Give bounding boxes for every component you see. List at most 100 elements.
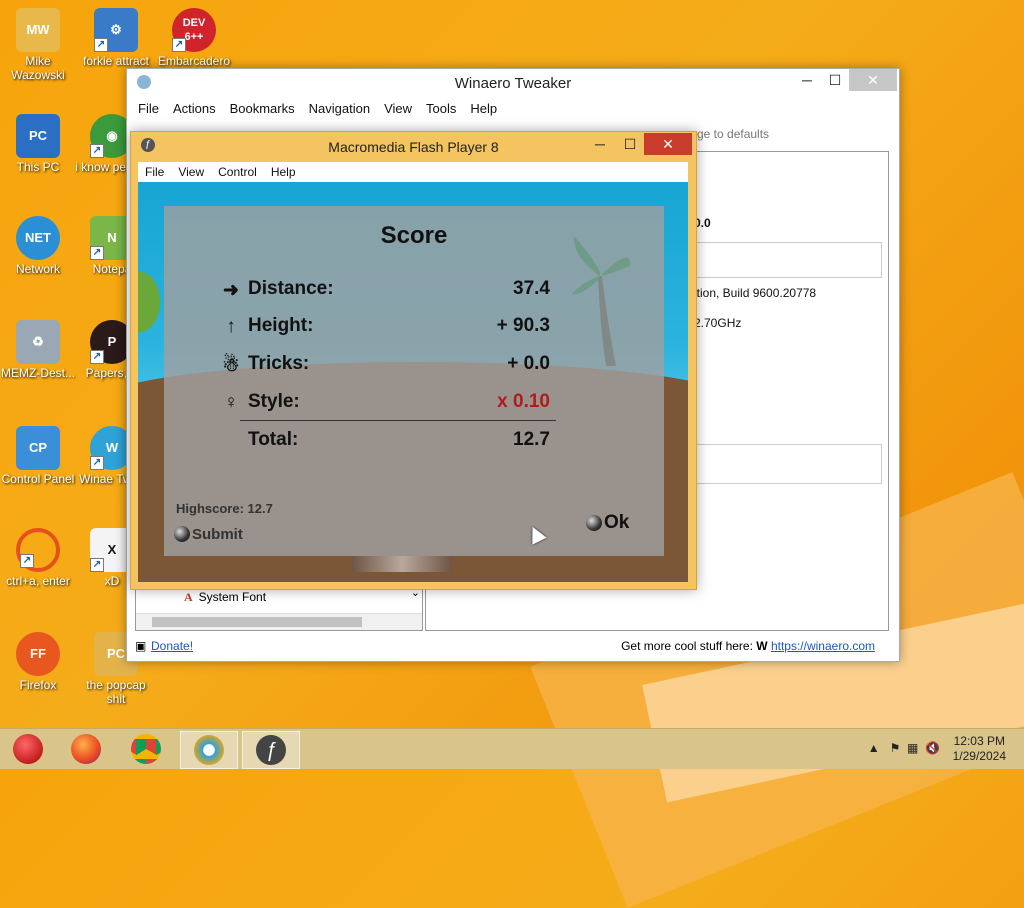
score-label: Total: [248, 429, 299, 450]
close-button[interactable]: ✕ [644, 133, 692, 155]
maximize-button[interactable]: ☐ [616, 133, 644, 155]
desktop-icon-embarcadero[interactable]: DEV 6++ ↗ Embarcadero [156, 8, 232, 68]
desktop-icon-label: Firefox [19, 678, 57, 692]
score-value: 12.7 [513, 429, 550, 450]
desktop-icon-label: forkie attract [82, 54, 150, 68]
desktop-icon-control-panel[interactable]: CP Control Panel [0, 426, 76, 486]
shortcut-arrow-icon: ↗ [90, 456, 104, 470]
network-icon: NET [16, 216, 60, 260]
firefox-icon: FF [16, 632, 60, 676]
action-center-flag-icon[interactable]: ⚑ [890, 741, 901, 755]
winaero-link[interactable]: https://winaero.com [771, 639, 875, 653]
score-value: 37.4 [513, 278, 550, 299]
info-box [696, 242, 882, 278]
clock[interactable]: 12:03 PM 1/29/2024 [953, 734, 1006, 764]
menu-help[interactable]: Help [264, 162, 303, 182]
chrome-icon [131, 734, 161, 764]
control-panel-icon: CP [16, 426, 60, 470]
score-row-style: ♀ Style: x 0.10 [220, 391, 550, 415]
dev-cpp-icon: DEV 6++ ↗ [172, 8, 216, 52]
stage-bottom-bar [352, 556, 452, 572]
desktop-icon-label: This PC [16, 160, 60, 174]
score-row-height: ↑ Height: + 90.3 [220, 315, 550, 339]
flash-stage[interactable]: Score ➜ Distance: 37.4 ↑ Height: + 90.3 … [138, 182, 688, 582]
desktop-icon-label: ctrl+a, enter [6, 574, 70, 588]
menu-actions[interactable]: Actions [166, 99, 223, 118]
score-panel: Score ➜ Distance: 37.4 ↑ Height: + 90.3 … [164, 206, 664, 556]
score-title: Score [380, 222, 448, 249]
menu-view[interactable]: View [377, 99, 419, 118]
minimize-button[interactable]: ─ [586, 133, 614, 155]
score-row-total: Total: 12.7 [220, 429, 550, 453]
minimize-button[interactable]: ─ [793, 69, 821, 91]
show-hidden-icons-icon[interactable]: ▲ [868, 741, 880, 755]
reset-to-defaults-button[interactable]: ge to defaults [697, 127, 769, 141]
status-bar: ▣ Donate! Get more cool stuff here: W ht… [135, 635, 891, 657]
ball-icon [174, 526, 190, 542]
ok-label: Ok [604, 512, 630, 533]
palm-leaf [138, 272, 160, 332]
scrollbar-thumb[interactable] [152, 617, 362, 627]
score-label: Height: [248, 315, 314, 336]
desktop-icon-network[interactable]: NET Network [0, 216, 76, 276]
submit-button[interactable]: Submit [174, 526, 243, 543]
menu-control[interactable]: Control [211, 162, 264, 182]
title-bar[interactable]: ƒ Macromedia Flash Player 8 ─ ☐ ✕ [131, 132, 696, 160]
score-value: + 90.3 [496, 315, 550, 336]
font-icon: A [184, 590, 193, 604]
menu-bar: File View Control Help [138, 162, 688, 182]
donate-link[interactable]: Donate! [151, 639, 193, 653]
taskbar-app-ornament[interactable] [0, 731, 56, 767]
firefox-icon [71, 734, 101, 764]
taskbar-app-chrome[interactable] [118, 731, 174, 767]
menu-file[interactable]: File [138, 162, 171, 182]
menu-help[interactable]: Help [463, 99, 504, 118]
window-title: Winaero Tweaker [454, 75, 572, 92]
flash-icon: ƒ [256, 735, 286, 765]
desktop-icon-this-pc[interactable]: PC This PC [0, 114, 76, 174]
desktop-icon-memz[interactable]: ♻ MEMZ-Dest... [0, 320, 76, 380]
flash-player-window: ƒ Macromedia Flash Player 8 ─ ☐ ✕ File Vi… [130, 131, 697, 590]
taskbar-app-firefox[interactable] [58, 731, 114, 767]
trick-icon: ☃ [222, 355, 240, 376]
ornament-icon [13, 734, 43, 764]
menu-tools[interactable]: Tools [419, 99, 463, 118]
ball-icon [586, 515, 602, 531]
description-box [696, 444, 882, 484]
title-bar[interactable]: Winaero Tweaker ─ ☐ ✕ [127, 69, 899, 97]
desktop-icon-label: MEMZ-Dest... [1, 366, 75, 380]
taskbar-app-winaero[interactable] [180, 731, 238, 769]
maximize-button[interactable]: ☐ [821, 69, 849, 91]
recycle-bin-icon: ♻ [16, 320, 60, 364]
shortcut-arrow-icon: ↗ [90, 246, 104, 260]
desktop-icon-mike-wazowski[interactable]: MW Mike Wazowski [0, 8, 76, 82]
menu-bookmarks[interactable]: Bookmarks [223, 99, 302, 118]
desktop-icon-firefox[interactable]: FF Firefox [0, 632, 76, 692]
arrow-right-icon: ➜ [223, 280, 239, 301]
volume-muted-icon[interactable]: 🔇 [925, 741, 940, 755]
stick-figure-icon: ♀ [223, 392, 239, 413]
score-label: Style: [248, 391, 300, 412]
menu-navigation[interactable]: Navigation [302, 99, 377, 118]
shortcut-arrow-icon: ↗ [90, 558, 104, 572]
clock-date: 1/29/2024 [952, 749, 1006, 763]
network-tray-icon[interactable]: ▦ [907, 741, 918, 755]
tree-item-label: System Font [198, 590, 267, 604]
shortcut-arrow-icon: ↗ [90, 350, 104, 364]
menu-view[interactable]: View [171, 162, 211, 182]
desktop-icon-ctrl-a-enter[interactable]: ↗ ctrl+a, enter [0, 528, 76, 588]
horizontal-scrollbar[interactable] [136, 613, 422, 630]
more-text: Get more cool stuff here: [621, 639, 753, 653]
desktop-icon-forkie[interactable]: ⚙ ↗ forkie attract [78, 8, 154, 68]
shortcut-arrow-icon: ↗ [172, 38, 186, 52]
computer-icon: PC [16, 114, 60, 158]
menu-file[interactable]: File [131, 99, 166, 118]
taskbar-app-flash[interactable]: ƒ [242, 731, 300, 769]
tree-item-system-font[interactable]: A System Font [184, 590, 266, 605]
palm-tree-icon [572, 236, 631, 366]
close-button[interactable]: ✕ [849, 69, 897, 91]
folder-icon: MW [16, 8, 60, 52]
score-row-tricks: ☃ Tricks: + 0.0 [220, 353, 550, 377]
ok-button[interactable]: Ok [586, 512, 629, 534]
desktop-icon-label: Mike Wazowski [11, 54, 65, 82]
